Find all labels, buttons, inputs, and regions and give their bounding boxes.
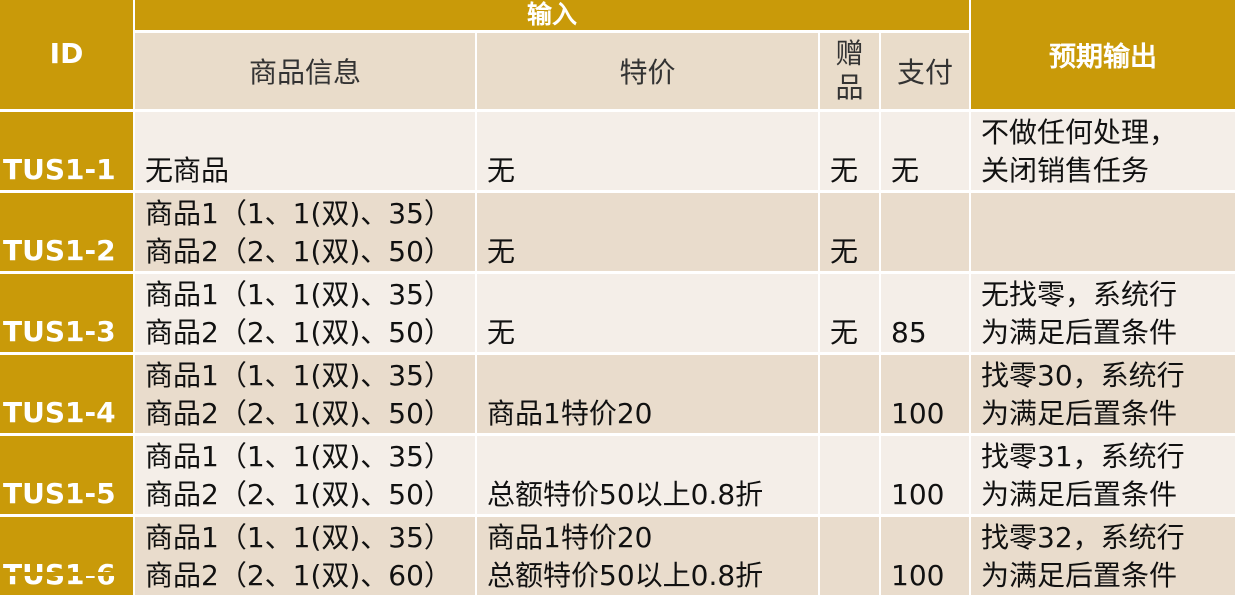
special-line: 无 <box>487 316 516 349</box>
expected-output-cell: 找零32，系统行 为满足后置条件 <box>970 515 1236 598</box>
special-line <box>487 114 817 152</box>
gift-cell <box>819 353 881 436</box>
table-row: TUS1-4 商品1（1、1(双)、35） 商品2（2、1(双)、50） 商品1… <box>0 353 1236 436</box>
special-price-cell: 总额特价50以上0.8折 <box>476 434 820 517</box>
product-line: 商品1（1、1(双)、35） <box>145 197 452 230</box>
special-line <box>487 276 817 314</box>
header-special-price: 特价 <box>476 31 820 112</box>
special-line: 无 <box>487 154 516 187</box>
special-line <box>487 357 817 395</box>
special-line: 无 <box>487 235 516 268</box>
product-line: 商品2（2、1(双)、60） <box>145 559 452 592</box>
id-column-continuation <box>0 572 132 576</box>
output-line: 无找零，系统行 <box>981 278 1178 311</box>
row-id: TUS1-1 <box>0 110 135 193</box>
header-gift-line1: 赠 <box>835 37 864 70</box>
product-line: 商品1（1、1(双)、35） <box>145 440 452 473</box>
header-input: 输入 <box>134 0 972 33</box>
header-gift-line2: 品 <box>835 71 864 104</box>
output-line: 找零31，系统行 <box>981 440 1185 473</box>
special-line: 总额特价50以上0.8折 <box>487 478 764 511</box>
row-id: TUS1-6 <box>0 515 135 598</box>
product-info-cell: 商品1（1、1(双)、35） 商品2（2、1(双)、50） <box>134 434 477 517</box>
payment-cell <box>880 191 972 274</box>
header-id: ID <box>0 0 135 112</box>
special-line: 商品1特价20 <box>487 521 653 554</box>
product-line: 商品2（2、1(双)、50） <box>145 235 452 268</box>
row-id: TUS1-4 <box>0 353 135 436</box>
row-id: TUS1-5 <box>0 434 135 517</box>
header-gift: 赠 品 <box>819 31 881 112</box>
product-line: 商品2（2、1(双)、50） <box>145 397 452 430</box>
table-row: TUS1-2 商品1（1、1(双)、35） 商品2（2、1(双)、50） 无 无 <box>0 191 1236 274</box>
payment-cell: 100 <box>880 434 972 517</box>
table-row: TUS1-1 无商品 无 无 无 不做任何处理， 关闭销售任务 <box>0 110 1236 193</box>
expected-output-cell: 无找零，系统行 为满足后置条件 <box>970 272 1236 355</box>
special-price-cell: 商品1特价20 <box>476 353 820 436</box>
expected-output-cell: 找零30，系统行 为满足后置条件 <box>970 353 1236 436</box>
payment-cell: 100 <box>880 515 972 598</box>
output-line: 为满足后置条件 <box>981 316 1178 349</box>
table-row: TUS1-3 商品1（1、1(双)、35） 商品2（2、1(双)、50） 无 无… <box>0 272 1236 355</box>
special-line: 总额特价50以上0.8折 <box>487 559 764 592</box>
gift-cell <box>819 515 881 598</box>
header-expected-output: 预期输出 <box>970 0 1236 112</box>
product-line: 无商品 <box>145 154 230 187</box>
gift-cell <box>819 434 881 517</box>
product-line: 商品1（1、1(双)、35） <box>145 521 452 554</box>
special-price-cell: 无 <box>476 110 820 193</box>
table-row: TUS1-6 商品1（1、1(双)、35） 商品2（2、1(双)、60） 商品1… <box>0 515 1236 598</box>
product-info-cell: 商品1（1、1(双)、35） 商品2（2、1(双)、50） <box>134 272 477 355</box>
output-line: 找零32，系统行 <box>981 521 1185 554</box>
row-id: TUS1-3 <box>0 272 135 355</box>
expected-output-cell <box>970 191 1236 274</box>
header-product-info: 商品信息 <box>134 31 477 112</box>
product-line <box>145 114 474 152</box>
output-line: 为满足后置条件 <box>981 397 1178 430</box>
product-line: 商品1（1、1(双)、35） <box>145 359 452 392</box>
product-info-cell: 商品1（1、1(双)、35） 商品2（2、1(双)、60） <box>134 515 477 598</box>
header-payment: 支付 <box>880 31 972 112</box>
product-info-cell: 无商品 <box>134 110 477 193</box>
gift-cell: 无 <box>819 272 881 355</box>
product-line: 商品2（2、1(双)、50） <box>145 478 452 511</box>
gift-cell: 无 <box>819 110 881 193</box>
test-case-table: ID 输入 预期输出 商品信息 特价 赠 品 支付 TUS1-1 无商品 无 无… <box>0 0 1236 598</box>
special-price-cell: 无 <box>476 191 820 274</box>
expected-output-cell: 不做任何处理， 关闭销售任务 <box>970 110 1236 193</box>
special-price-cell: 商品1特价20 总额特价50以上0.8折 <box>476 515 820 598</box>
gift-cell: 无 <box>819 191 881 274</box>
output-line: 为满足后置条件 <box>981 559 1178 592</box>
special-line: 商品1特价20 <box>487 397 653 430</box>
special-line <box>487 438 817 476</box>
header-row-top: ID 输入 预期输出 <box>0 0 1236 112</box>
expected-output-cell: 找零31，系统行 为满足后置条件 <box>970 434 1236 517</box>
payment-cell: 100 <box>880 353 972 436</box>
output-line: 找零30，系统行 <box>981 359 1185 392</box>
special-price-cell: 无 <box>476 272 820 355</box>
payment-cell: 85 <box>880 272 972 355</box>
table-row: TUS1-5 商品1（1、1(双)、35） 商品2（2、1(双)、50） 总额特… <box>0 434 1236 517</box>
product-info-cell: 商品1（1、1(双)、35） 商品2（2、1(双)、50） <box>134 353 477 436</box>
product-line: 商品2（2、1(双)、50） <box>145 316 452 349</box>
special-line <box>487 195 817 233</box>
row-id: TUS1-2 <box>0 191 135 274</box>
output-line: 关闭销售任务 <box>981 154 1150 187</box>
payment-cell: 无 <box>880 110 972 193</box>
product-line: 商品1（1、1(双)、35） <box>145 278 452 311</box>
product-info-cell: 商品1（1、1(双)、35） 商品2（2、1(双)、50） <box>134 191 477 274</box>
output-line: 不做任何处理， <box>981 116 1178 149</box>
output-line: 为满足后置条件 <box>981 478 1178 511</box>
